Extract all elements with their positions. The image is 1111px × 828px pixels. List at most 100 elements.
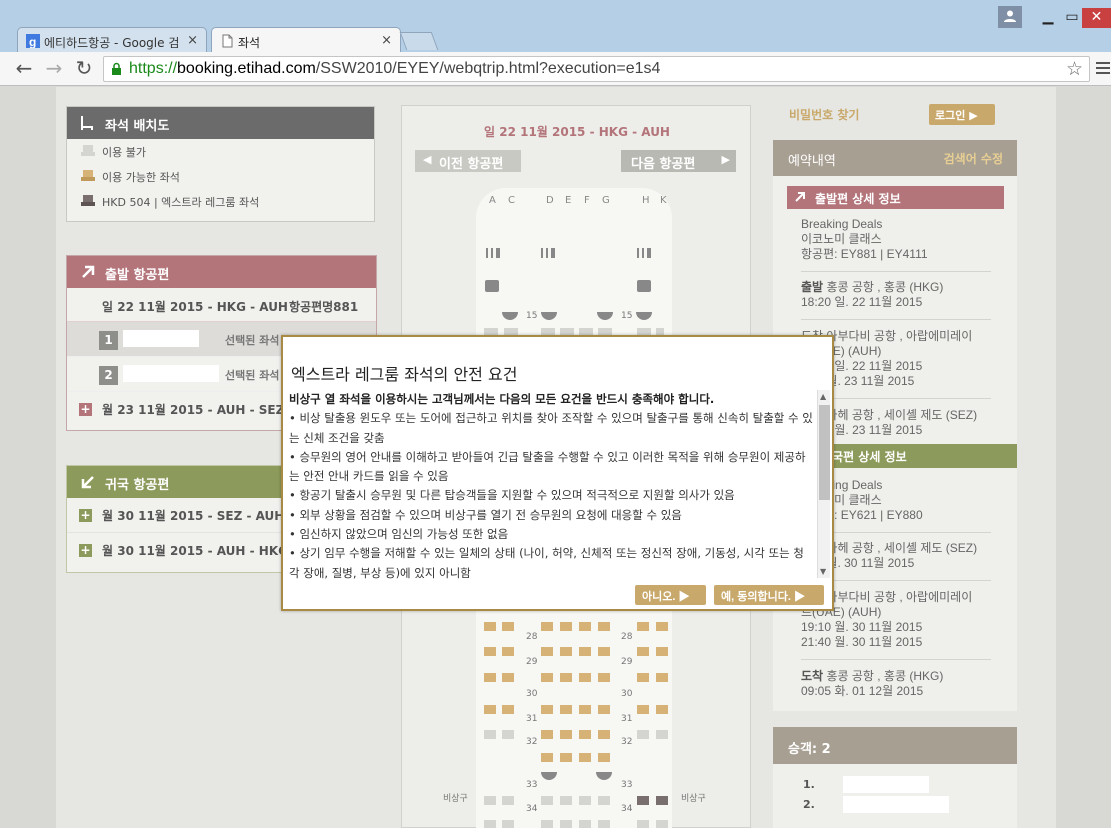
column-letter: K xyxy=(660,195,667,206)
chevron-right-icon: ▶ xyxy=(678,591,690,603)
outbound-departure: 출발 홍콩 공항 , 홍콩 (HKG) 18:20 일. 22 11월 2015 xyxy=(801,280,944,309)
arrow-up-right-icon xyxy=(795,192,805,202)
bassinet-icon xyxy=(502,312,518,320)
decline-button[interactable]: 아니오. ▶ xyxy=(635,585,706,605)
column-letter: C xyxy=(508,195,515,206)
divider xyxy=(801,659,991,660)
legend-extra-legroom: HKD 504 | 엑스트라 레그룸 좌석 xyxy=(67,189,374,214)
seat-icon xyxy=(81,116,93,130)
next-flight-button[interactable]: 다음 항공편 ▶ xyxy=(621,150,736,172)
passenger-list-item: 2. xyxy=(803,796,949,813)
column-letter: H xyxy=(642,195,650,206)
expand-icon[interactable]: + xyxy=(79,544,92,557)
galley-lavatory-icons xyxy=(485,248,652,320)
close-window-icon[interactable]: ✕ xyxy=(1082,8,1111,28)
row-number: 30 xyxy=(621,689,633,699)
expand-icon[interactable]: + xyxy=(79,403,92,416)
requirement-item: • 승무원의 영어 안내를 이해하고 받아들여 긴급 탈출을 수행할 수 있고 … xyxy=(289,449,806,484)
outbound-header: 출발 항공편 xyxy=(67,256,376,288)
seat-available-icon xyxy=(81,170,95,181)
column-letter: D xyxy=(546,195,554,206)
forward-icon[interactable]: → xyxy=(42,57,66,81)
reload-icon[interactable]: ↻ xyxy=(72,57,96,81)
expand-icon[interactable]: + xyxy=(79,509,92,522)
arrow-down-left-icon xyxy=(81,476,94,489)
requirement-item: • 비상 탈출용 윈도우 또는 도어에 접근하고 위치를 찾아 조작할 수 있으… xyxy=(289,411,813,445)
return-title: 귀국 항공편 xyxy=(105,478,170,493)
row-number: 33 xyxy=(526,780,538,790)
close-tab-icon[interactable]: × xyxy=(381,33,392,48)
login-button[interactable]: 로그인 ▶ xyxy=(929,104,995,125)
column-letter: G xyxy=(602,195,610,206)
passenger-name-redacted xyxy=(843,776,929,793)
column-letter: F xyxy=(584,195,590,206)
close-tab-icon[interactable]: × xyxy=(187,33,198,48)
row-number: 32 xyxy=(621,737,633,747)
row-number: 28 xyxy=(621,632,633,642)
row-number: 29 xyxy=(526,657,538,667)
back-icon[interactable]: ← xyxy=(12,57,36,81)
galley-icon xyxy=(541,248,555,258)
passenger-name-redacted xyxy=(123,365,219,382)
requirement-item: • 임신하지 않았으며 임신의 가능성 또한 없음 xyxy=(289,527,509,542)
galley-icon xyxy=(637,248,651,258)
row-number: 15 xyxy=(526,311,538,321)
reservation-header: 예약내역 검색어 수정 xyxy=(773,140,1017,176)
new-tab-button[interactable] xyxy=(399,32,439,50)
user-profile-icon[interactable] xyxy=(998,6,1022,28)
passenger-number: 2 xyxy=(99,366,118,385)
selected-seat-label: 선택된 좌석 xyxy=(225,334,280,347)
bassinet-icon xyxy=(541,312,557,320)
bookmark-star-icon[interactable]: ☆ xyxy=(1066,58,1083,80)
divider xyxy=(801,319,991,320)
url-text: https://booking.etihad.com/SSW2010/EYEY/… xyxy=(129,60,661,77)
outbound-flight-row[interactable]: 일 22 11월 2015 - HKG - AUH 항공편명881 xyxy=(67,288,376,322)
agree-button[interactable]: 예, 동의합니다. ▶ xyxy=(714,585,824,605)
tab-etihad-google[interactable]: g 에티하드항공 - Google 검 × xyxy=(17,27,207,53)
dialog-scrollbar[interactable]: ▲ ▼ xyxy=(817,390,830,578)
document-icon xyxy=(222,34,233,48)
seat-legend: 좌석 배치도 이용 불가 이용 가능한 좌석 HKD 504 | 엑스트라 레그… xyxy=(66,106,375,222)
address-bar[interactable]: https://booking.etihad.com/SSW2010/EYEY/… xyxy=(103,56,1090,82)
tab-seat[interactable]: 좌석 × xyxy=(211,27,401,53)
bassinet-icon xyxy=(541,772,557,780)
column-letter: E xyxy=(565,195,572,206)
flight-number: 항공편명881 xyxy=(289,300,359,314)
scroll-thumb[interactable] xyxy=(819,405,830,500)
requirement-item: • 항공기 탈출시 승무원 및 다른 탑승객들을 지원할 수 있으며 적극적으로… xyxy=(289,488,735,503)
seatmap-flight-date: 일 22 11월 2015 - HKG - AUH xyxy=(484,125,670,139)
outbound-title: 출발 항공편 xyxy=(105,268,170,283)
chevron-right-icon: ▶ xyxy=(969,109,978,122)
scroll-down-icon[interactable]: ▼ xyxy=(820,567,826,576)
modify-search-link[interactable]: 검색어 수정 xyxy=(944,150,1003,167)
menu-icon[interactable] xyxy=(1096,60,1110,76)
previous-flight-button[interactable]: ◀ 이전 항공편 xyxy=(415,150,521,172)
exit-label: 비상구 xyxy=(443,794,468,804)
legend-unavailable: 이용 불가 xyxy=(67,139,374,164)
forgot-password-link[interactable]: 비밀번호 찾기 xyxy=(789,106,859,123)
passenger-name-redacted xyxy=(843,796,949,813)
tab-title: 에티하드항공 - Google 검 xyxy=(44,36,180,50)
row-number: 31 xyxy=(526,714,538,724)
extra-legroom-safety-dialog: 엑스트라 레그룸 좌석의 안전 요건 비상구 열 좌석을 이용하시는 고객님께서… xyxy=(281,335,834,611)
lavatory-icon xyxy=(637,280,651,292)
row-number: 29 xyxy=(621,657,633,667)
dialog-intro: 비상구 열 좌석을 이용하시는 고객님께서는 다음의 모든 요건을 반드시 충족… xyxy=(289,392,715,406)
dialog-title: 엑스트라 레그룸 좌석의 안전 요건 xyxy=(291,365,518,384)
passenger-count-header: 승객: 2 xyxy=(773,727,1017,764)
row-number: 30 xyxy=(526,689,538,699)
row-number: 15 xyxy=(621,311,633,321)
chevron-right-icon: ▶ xyxy=(793,591,805,603)
browser-toolbar: ← → ↻ https://booking.etihad.com/SSW2010… xyxy=(0,52,1111,86)
exit-label: 비상구 xyxy=(681,794,706,804)
passenger-name-redacted xyxy=(123,330,199,347)
bassinet-icon xyxy=(597,312,613,320)
row-number: 28 xyxy=(526,632,538,642)
tab-title: 좌석 xyxy=(238,36,261,50)
outbound-detail-header[interactable]: 출발편 상세 정보 xyxy=(787,186,1004,209)
requirement-item: • 외부 상황을 점검할 수 있으며 비상구를 열기 전 승무원의 요청에 대응… xyxy=(289,507,682,522)
scroll-up-icon[interactable]: ▲ xyxy=(820,392,826,401)
seat-unavailable-icon xyxy=(81,145,95,156)
browser-titlebar: g 에티하드항공 - Google 검 × 좌석 × ▁ ▭ ✕ xyxy=(0,0,1111,53)
row-number: 34 xyxy=(526,804,538,814)
